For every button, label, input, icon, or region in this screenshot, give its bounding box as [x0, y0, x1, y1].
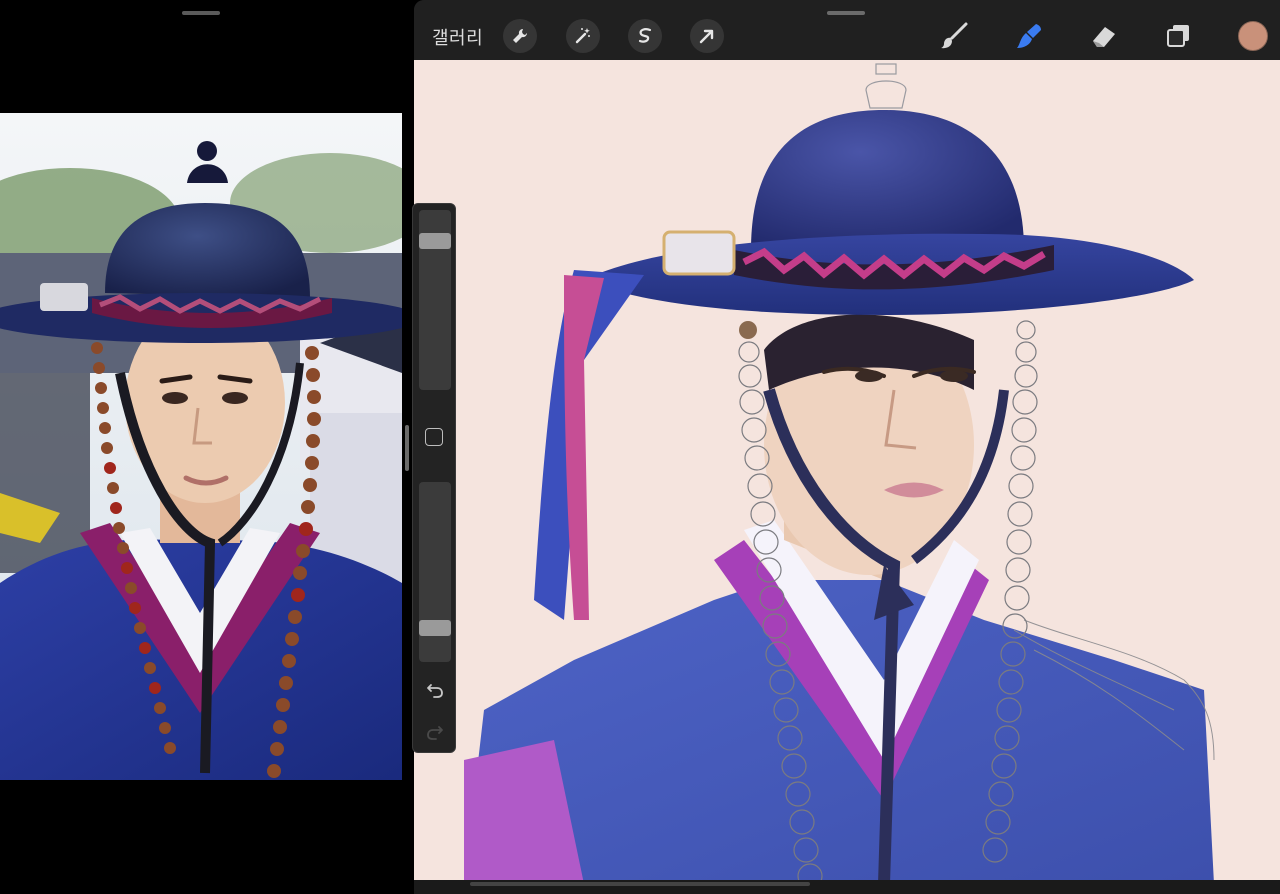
- split-view-divider-handle[interactable]: [405, 425, 409, 471]
- smudge-tool-button[interactable]: [1011, 18, 1047, 54]
- transform-arrow-icon: [699, 29, 714, 44]
- reference-photo-graphic: [0, 113, 402, 780]
- eraser-icon: [1093, 27, 1115, 47]
- reference-photo: [0, 113, 402, 780]
- redo-icon: [427, 726, 443, 740]
- adjustments-button[interactable]: [566, 19, 600, 53]
- selection-s-icon: [638, 28, 652, 43]
- undo-button[interactable]: [423, 678, 447, 702]
- split-view-grabber[interactable]: [182, 11, 220, 15]
- top-toolbar: 갤러리: [414, 0, 1280, 60]
- brush-icon: [941, 22, 968, 49]
- smudge-icon: [1017, 24, 1041, 48]
- brush-size-slider[interactable]: [419, 210, 451, 390]
- transform-button[interactable]: [690, 19, 724, 53]
- wrench-icon: [513, 28, 528, 43]
- selection-button[interactable]: [628, 19, 662, 53]
- procreate-app: 갤러리: [414, 0, 1280, 894]
- drawing-canvas[interactable]: [414, 60, 1280, 884]
- color-picker-swatch[interactable]: [1238, 21, 1268, 51]
- home-indicator: [470, 882, 810, 886]
- undo-icon: [427, 684, 443, 698]
- actions-button[interactable]: [503, 19, 537, 53]
- brush-size-thumb[interactable]: [419, 232, 451, 249]
- layers-button[interactable]: [1160, 18, 1196, 54]
- canvas-artwork: [464, 63, 1215, 884]
- magic-wand-icon: [575, 28, 590, 44]
- modify-square-icon[interactable]: [425, 428, 443, 446]
- redo-button[interactable]: [423, 720, 447, 744]
- eraser-tool-button[interactable]: [1085, 18, 1121, 54]
- gallery-button[interactable]: 갤러리: [432, 24, 483, 50]
- brush-tool-button[interactable]: [936, 18, 972, 54]
- opacity-slider[interactable]: [419, 482, 451, 662]
- reference-pane: [0, 0, 404, 894]
- app-window-grabber[interactable]: [827, 11, 865, 15]
- sidebar: [412, 203, 456, 753]
- layers-icon: [1167, 25, 1189, 47]
- opacity-thumb[interactable]: [419, 620, 451, 637]
